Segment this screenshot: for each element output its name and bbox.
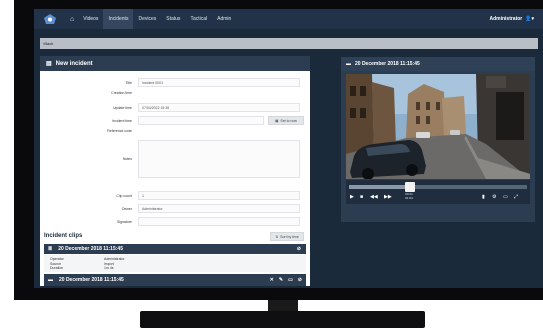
- clip-2-title: 20 December 2018 11:15:45: [59, 277, 124, 283]
- link-icon[interactable]: ⊘: [297, 246, 301, 252]
- sort-by-time-button[interactable]: ⇅ Sort by time: [270, 232, 304, 241]
- owner-label: Owner: [121, 206, 132, 211]
- nav-item-incidents[interactable]: Incidents: [103, 9, 134, 29]
- calendar-icon: ▦: [275, 118, 279, 123]
- link-icon[interactable]: ⊘: [298, 277, 302, 283]
- stop-icon[interactable]: ■: [360, 194, 363, 200]
- settings-icon[interactable]: ⚙: [492, 194, 496, 200]
- clip-2-tools: ✕ ✎ ▭ ⊘: [265, 277, 302, 283]
- edit-icon[interactable]: ✎: [279, 277, 283, 283]
- rewind-icon[interactable]: ◀◀: [370, 194, 378, 200]
- video-header: ▬ 20 December 2018 11:15:45: [341, 57, 535, 71]
- fast-forward-icon[interactable]: ▶▶: [384, 194, 392, 200]
- video-player-panel: ▬ 20 December 2018 11:15:45 ▶ ■ ◀◀ ▶▶ 00…: [341, 57, 535, 222]
- sort-icon: ⇅: [275, 234, 279, 239]
- scrubber-track[interactable]: [349, 185, 527, 189]
- back-button[interactable]: ‹ Back: [40, 38, 538, 49]
- incident-clips-title: Incident clips: [44, 233, 83, 239]
- notes-label: Notes: [122, 157, 132, 161]
- clip-2-header[interactable]: ▬ 20 December 2018 11:15:45 ✕ ✎ ▭ ⊘: [44, 274, 306, 286]
- app-logo[interactable]: [40, 12, 60, 26]
- panel-header: ▤ New incident: [40, 56, 310, 71]
- sort-by-time-label: Sort by time: [280, 234, 299, 239]
- play-icon[interactable]: ▶: [350, 194, 354, 200]
- user-name: Administrator: [489, 16, 523, 22]
- clip-detail-value: Administrator: [104, 257, 125, 262]
- notes-field[interactable]: [138, 140, 300, 178]
- user-icon: 👤▾: [525, 16, 534, 22]
- owner-row: Owner Administrator: [40, 204, 310, 213]
- clip-1-title: 20 December 2018 11:15:45: [58, 246, 123, 252]
- clip-detail-row: Duration 1m 4s: [44, 266, 306, 271]
- new-incident-panel: ▤ New incident Title Incident 0001 Creat…: [40, 56, 310, 286]
- video-frame[interactable]: [346, 74, 530, 179]
- app-screen: ⌂ Videos Incidents Devices Status Tactic…: [34, 9, 543, 288]
- clip-count-label: Clip count: [116, 193, 132, 198]
- signature-field[interactable]: [138, 217, 300, 226]
- scrubber-handle[interactable]: [404, 182, 415, 192]
- clip-count-field: 1: [138, 191, 300, 200]
- video-title: 20 December 2018 11:15:45: [355, 61, 420, 67]
- signature-row: Signature: [40, 217, 310, 226]
- clip-detail-value: 1m 4s: [104, 266, 114, 271]
- top-navbar: ⌂ Videos Incidents Devices Status Tactic…: [34, 9, 543, 29]
- update-time-row: Update time 07/04/2022 15:35: [40, 103, 310, 112]
- timecode-total: 01:04: [405, 195, 413, 200]
- street-scene-image: [346, 74, 530, 179]
- nav-item-admin[interactable]: Admin: [212, 9, 236, 29]
- notes-row: Notes: [40, 140, 310, 178]
- nav-item-status[interactable]: Status: [161, 9, 185, 29]
- monitor-stand-base: [140, 311, 425, 328]
- scrubber-progress: [349, 185, 410, 189]
- signature-label: Signature: [117, 219, 132, 224]
- title-label: Title: [125, 80, 132, 85]
- fullscreen-icon[interactable]: ⤢: [514, 194, 518, 200]
- set-to-now-button[interactable]: ▦ Set to now: [268, 116, 304, 125]
- creation-time-row: Creation time: [40, 91, 310, 95]
- update-time-field[interactable]: 07/04/2022 15:35: [138, 103, 300, 112]
- video-icon: ▬: [346, 61, 351, 67]
- nav-item-devices[interactable]: Devices: [133, 9, 161, 29]
- owner-field[interactable]: Administrator: [138, 204, 300, 213]
- incident-time-label: Incident time: [112, 118, 132, 123]
- clip-1-details: Operator Administrator Source import Dur…: [44, 255, 306, 272]
- panel-title: New incident: [55, 60, 93, 67]
- screen-icon[interactable]: ▭: [503, 194, 508, 200]
- logo-icon: [44, 14, 56, 24]
- close-icon[interactable]: ✕: [270, 277, 274, 283]
- clip-detail-value: import: [104, 261, 114, 266]
- update-time-label: Update time: [113, 105, 132, 110]
- clip-detail-key: Duration: [50, 266, 64, 271]
- bookmark-icon[interactable]: ▮: [482, 194, 485, 200]
- clip-1-header[interactable]: ≣ 20 December 2018 11:15:45 ⊘: [44, 244, 306, 254]
- incident-time-field[interactable]: [138, 116, 264, 125]
- user-menu[interactable]: Administrator 👤▾: [489, 9, 534, 29]
- title-row: Title Incident 0001: [40, 78, 310, 87]
- clip-detail-key: Source: [50, 261, 62, 266]
- reference-code-label: Reference code: [107, 129, 132, 133]
- timecode: 00:21 01:04: [396, 192, 422, 200]
- reference-code-row: Reference code: [40, 129, 310, 133]
- video-icon: ▬: [48, 277, 53, 283]
- clip-detail-key: Operator: [50, 257, 64, 262]
- set-to-now-label: Set to now: [280, 118, 297, 123]
- comment-icon[interactable]: ▭: [288, 277, 293, 283]
- back-label: Back: [44, 41, 54, 46]
- creation-time-label: Creation time: [111, 91, 132, 95]
- title-field[interactable]: Incident 0001: [138, 78, 300, 87]
- document-icon: ▤: [46, 61, 52, 67]
- list-icon: ≣: [48, 246, 53, 252]
- nav-item-videos[interactable]: Videos: [78, 9, 103, 29]
- home-icon[interactable]: ⌂: [66, 16, 78, 23]
- video-controls: ▶ ■ ◀◀ ▶▶ 00:21 01:04 ▮ ⚙ ▭ ⤢: [346, 180, 530, 204]
- nav-item-tactical[interactable]: Tactical: [185, 9, 212, 29]
- clip-count-row: Clip count 1: [40, 191, 310, 200]
